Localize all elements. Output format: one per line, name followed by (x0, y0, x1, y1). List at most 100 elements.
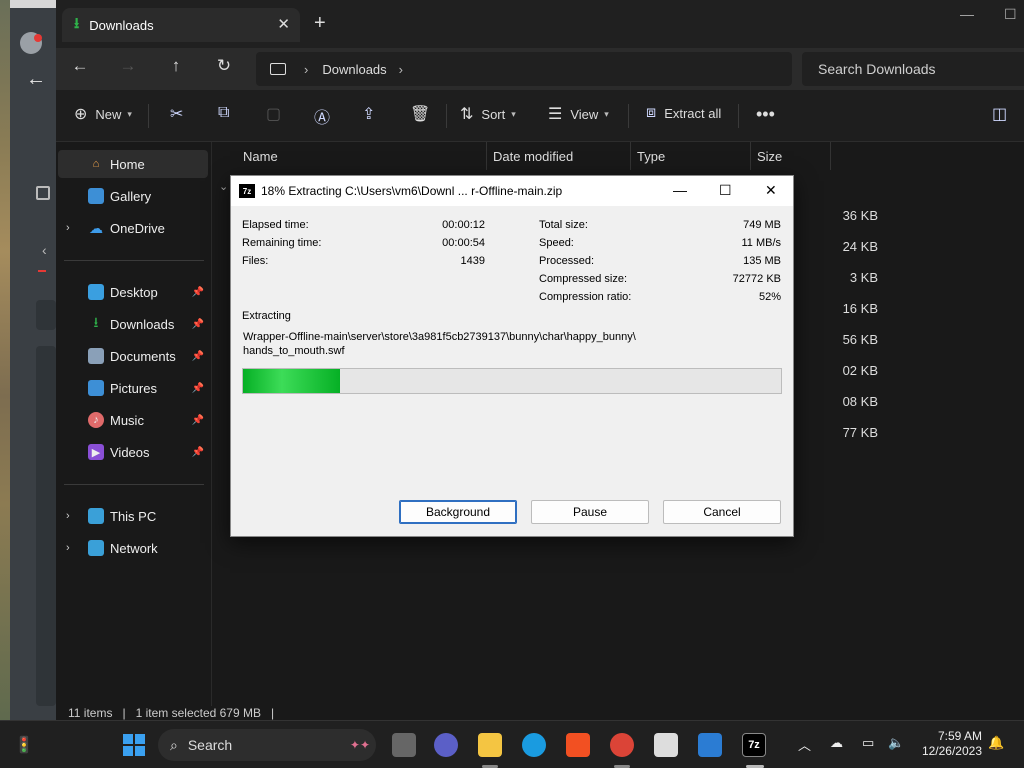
breadcrumb-chevron-icon[interactable]: › (399, 62, 403, 77)
show-hidden-icons-chevron-icon[interactable]: ︿ (798, 735, 811, 754)
total-size-label: Total size: (539, 219, 588, 231)
column-header-date-modified[interactable]: Date modified (487, 142, 631, 170)
column-header-size[interactable]: Size (751, 142, 831, 170)
close-icon[interactable]: ✕ (765, 182, 777, 199)
pin-icon[interactable]: 📌 (192, 351, 204, 362)
maximize-icon[interactable]: ☐ (1004, 6, 1017, 23)
sidebar-divider (64, 260, 204, 261)
sidebar-item-gallery[interactable]: Gallery (58, 182, 208, 210)
minimize-icon[interactable]: — (673, 182, 687, 198)
collapse-chevron-icon[interactable]: ‹ (42, 242, 47, 258)
sidebar-item-network[interactable]: › Network (58, 534, 208, 562)
traffic-light-widget-icon[interactable]: 🚦 (12, 733, 36, 757)
device-icon[interactable] (36, 186, 50, 200)
minimize-icon[interactable]: — (960, 6, 974, 22)
extract-all-button[interactable]: ⧈ Extract all (646, 104, 721, 122)
maximize-icon[interactable]: ☐ (719, 182, 732, 199)
close-tab-icon[interactable]: ✕ (277, 15, 290, 33)
taskbar-search-label: Search (187, 737, 233, 753)
column-label: Date modified (493, 148, 574, 164)
sidebar-item-pictures[interactable]: Pictures 📌 (58, 374, 208, 402)
teams-chat-icon[interactable] (434, 733, 458, 757)
browser-top-edge (10, 0, 56, 8)
copy-icon: ⧉ (218, 104, 230, 121)
browser-back-icon[interactable]: ← (26, 68, 46, 91)
onedrive-offline-icon[interactable]: ☁ (830, 735, 843, 751)
action-label: Extracting (242, 310, 291, 322)
this-pc-icon (270, 63, 286, 75)
pause-button[interactable]: Pause (531, 500, 649, 524)
forward-icon[interactable]: → (116, 56, 140, 76)
file-size-cell: 56 KB (842, 332, 878, 347)
edge-browser-icon[interactable] (522, 733, 546, 757)
sidebar-item-music[interactable]: ♪ Music 📌 (58, 406, 208, 434)
taskbar-search-box[interactable]: ⌕ Search ✦✦ (158, 729, 376, 761)
sort-label: Sort (481, 106, 506, 122)
group-collapse-chevron-icon[interactable]: ⌄ (219, 180, 228, 193)
desktop-icon (88, 284, 104, 300)
network-icon[interactable]: ▭ (862, 735, 874, 751)
clock[interactable]: 7:59 AM 12/26/2023 (912, 729, 982, 759)
sidebar-item-downloads[interactable]: ⭳ Downloads 📌 (58, 310, 208, 338)
share-icon: ⇪ (362, 106, 376, 123)
pin-icon[interactable]: 📌 (192, 287, 204, 298)
desktop-wallpaper-strip (0, 0, 10, 720)
chrome-browser-icon[interactable] (610, 733, 634, 757)
processed-value: 135 MB (743, 255, 781, 267)
status-separator: | (271, 706, 275, 720)
more-options-icon[interactable]: ••• (756, 104, 775, 125)
notification-bell-icon[interactable]: 🔔 (988, 735, 1004, 751)
up-icon[interactable]: ↑ (164, 56, 188, 76)
background-browser-window: ← ‹ (0, 0, 56, 720)
cancel-button[interactable]: Cancel (663, 500, 781, 524)
view-button[interactable]: ☰ View ▾ (548, 104, 609, 124)
sidebar-item-this-pc[interactable]: › This PC (58, 502, 208, 530)
new-tab-icon[interactable]: + (314, 12, 326, 35)
videos-icon: ▶ (88, 444, 104, 460)
breadcrumb[interactable]: › Downloads › (256, 52, 792, 86)
paste-button[interactable]: ▢ (266, 104, 289, 124)
sidebar-item-home[interactable]: ⌂ Home (58, 150, 208, 178)
snipping-tool-icon[interactable] (654, 733, 678, 757)
expand-chevron-icon[interactable]: › (66, 542, 70, 554)
volume-muted-icon[interactable]: 🔈 (888, 735, 904, 751)
sidebar-item-label: Pictures (110, 380, 157, 396)
7zip-taskbar-icon[interactable]: 7z (742, 733, 766, 757)
task-view-icon[interactable] (392, 733, 416, 757)
background-button[interactable]: Background (399, 500, 517, 524)
cut-button[interactable]: ✂ (170, 104, 191, 124)
pin-icon[interactable]: 📌 (192, 319, 204, 330)
refresh-icon[interactable]: ↻ (212, 56, 236, 76)
tab-downloads[interactable]: ⭳ Downloads ✕ (62, 8, 300, 42)
sidebar-item-desktop[interactable]: Desktop 📌 (58, 278, 208, 306)
new-button[interactable]: ⊕ New ▾ (74, 104, 132, 124)
copy-button[interactable]: ⧉ (218, 104, 237, 122)
sort-button[interactable]: ⇅ Sort ▾ (460, 104, 516, 124)
details-pane-button[interactable]: ◫ (992, 104, 1015, 124)
column-header-type[interactable]: Type (631, 142, 751, 170)
clock-time: 7:59 AM (937, 729, 982, 743)
file-explorer-icon[interactable] (478, 733, 502, 757)
sidebar-item-videos[interactable]: ▶ Videos 📌 (58, 438, 208, 466)
breadcrumb-downloads[interactable]: Downloads (322, 62, 386, 77)
sidebar-item-onedrive[interactable]: › ☁ OneDrive (58, 214, 208, 242)
pin-icon[interactable]: 📌 (192, 415, 204, 426)
rename-button[interactable]: Ⓐ (314, 104, 338, 128)
search-input[interactable]: Search Downloads (802, 52, 1024, 86)
pin-icon[interactable]: 📌 (192, 383, 204, 394)
search-highlight-icon: ✦✦ (349, 738, 370, 752)
compression-ratio-label: Compression ratio: (539, 291, 632, 303)
expand-chevron-icon[interactable]: › (66, 222, 70, 234)
paste-icon: ▢ (266, 106, 282, 123)
share-button[interactable]: ⇪ (362, 104, 383, 124)
store-icon[interactable] (566, 733, 590, 757)
column-header-name[interactable]: Name (237, 142, 487, 170)
sidebar-item-label: Documents (110, 348, 176, 364)
expand-chevron-icon[interactable]: › (66, 510, 70, 522)
start-button[interactable] (122, 733, 146, 757)
delete-button[interactable]: 🗑 (410, 104, 438, 124)
sidebar-item-documents[interactable]: Documents 📌 (58, 342, 208, 370)
back-icon[interactable]: ← (68, 56, 92, 76)
photos-app-icon[interactable] (698, 733, 722, 757)
pin-icon[interactable]: 📌 (192, 447, 204, 458)
